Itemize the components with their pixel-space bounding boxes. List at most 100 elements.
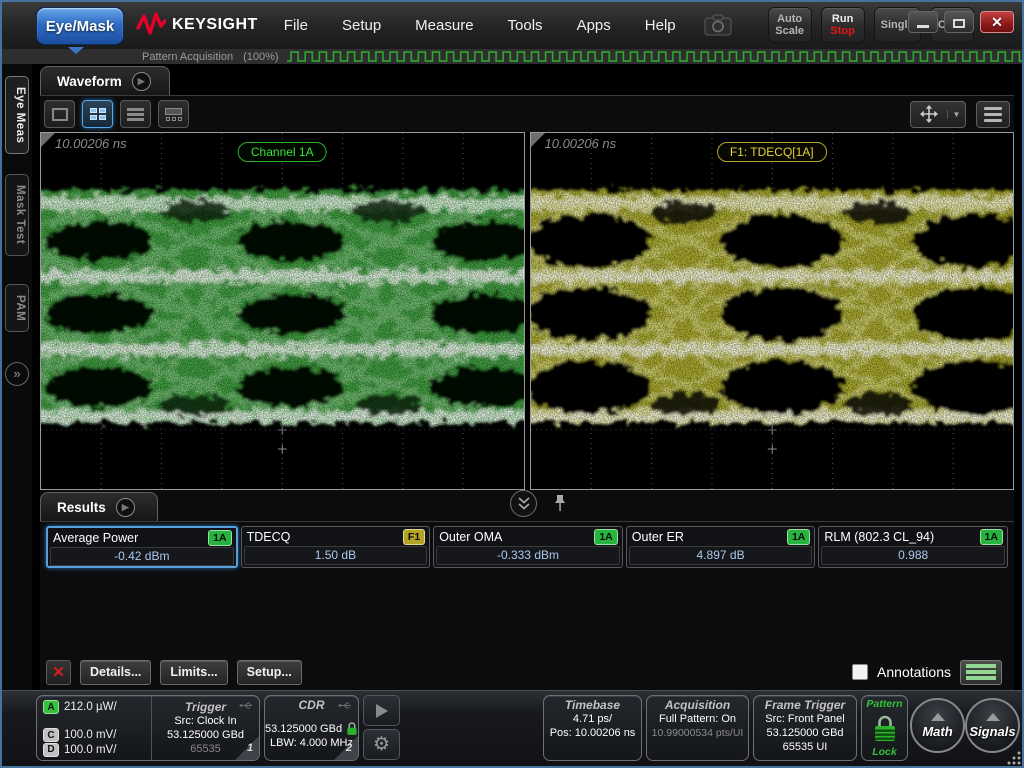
layout-quad-button[interactable]	[82, 100, 113, 128]
pin-results-icon[interactable]	[553, 494, 567, 513]
tab-waveform[interactable]: Waveform ▶	[40, 66, 170, 95]
function-label-pill[interactable]: F1: TDECQ[1A]	[717, 142, 827, 162]
channel-scales: A 212.0 µW/ C 100.0 mV/ D 100.0 mV/	[37, 696, 151, 760]
sidebar-tab-mask-test[interactable]: Mask Test	[5, 174, 29, 255]
app-window: Eye/Mask KEYSIGHT File Setup Measure Too…	[0, 0, 1024, 768]
pan-tool-button[interactable]: ▼	[910, 101, 966, 128]
settings-button[interactable]: ⚙	[363, 729, 400, 760]
tile-rlm[interactable]: RLM (802.3 CL_94)1A 0.988	[818, 526, 1008, 568]
main-panel: Waveform ▶	[32, 64, 1022, 690]
source-badge: 1A	[980, 529, 1003, 545]
play-icon: ▶	[122, 502, 129, 513]
results-empty-area	[40, 568, 1014, 654]
pattern-lock-panel[interactable]: Pattern Lock	[861, 695, 908, 761]
source-badge: 1A	[594, 529, 617, 545]
eye-pane-channel-1a[interactable]: 10.00206 ns Channel 1A	[40, 132, 525, 490]
measurement-value: 0.988	[821, 546, 1005, 565]
details-button[interactable]: Details...	[80, 660, 151, 685]
content-area: Eye Meas Mask Test PAM » Waveform ▶	[2, 64, 1022, 690]
signals-button[interactable]: Signals	[965, 698, 1020, 753]
pattern-lock-icon	[872, 714, 898, 742]
frame-trigger-panel[interactable]: Frame Trigger Src: Front Panel 53.125000…	[753, 695, 857, 761]
panel-index-corner: 1	[235, 736, 259, 760]
auto-scale-button[interactable]: Auto Scale	[768, 7, 812, 43]
run-measurement-button[interactable]	[363, 695, 400, 726]
channels-trigger-panel[interactable]: A 212.0 µW/ C 100.0 mV/ D 100.0 mV/ Trig…	[36, 695, 260, 761]
acquisition-panel[interactable]: Acquisition Full Pattern: On 10.99000534…	[646, 695, 749, 761]
pan-tool-dropdown[interactable]: ▼	[947, 110, 965, 119]
tab-results[interactable]: Results ▶	[40, 492, 158, 521]
menu-file[interactable]: File	[284, 17, 308, 34]
channel-c-scale[interactable]: C 100.0 mV/	[43, 728, 151, 742]
panel-index-corner: 2	[334, 736, 358, 760]
measurement-tiles: Average Power1A -0.42 dBm TDECQF1 1.50 d…	[40, 522, 1014, 568]
keysight-logo-icon	[136, 12, 166, 38]
sidebar-tab-pam[interactable]: PAM	[5, 284, 29, 332]
eye-levels-button[interactable]	[960, 660, 1002, 685]
run-stop-button[interactable]: Run Stop	[821, 7, 865, 43]
menu-tools[interactable]: Tools	[508, 17, 543, 34]
limits-button[interactable]: Limits...	[160, 660, 227, 685]
sidebar-expand-button[interactable]: »	[5, 362, 29, 386]
menu-measure[interactable]: Measure	[415, 17, 473, 34]
annotations-checkbox[interactable]	[852, 664, 868, 680]
setup-button[interactable]: Setup...	[237, 660, 302, 685]
layout-main-plus-thumbnails-button[interactable]	[158, 100, 189, 128]
tile-outer-er[interactable]: Outer ER1A 4.897 dB	[626, 526, 816, 568]
delete-measurement-button[interactable]: ✕	[46, 660, 71, 685]
tile-average-power[interactable]: Average Power1A -0.42 dBm	[46, 526, 238, 568]
results-tab-menu-button[interactable]: ▶	[116, 498, 135, 517]
eye-pane-tdecq-function[interactable]: 10.00206 ns F1: TDECQ[1A]	[530, 132, 1015, 490]
channel-a-badge: A	[43, 700, 59, 714]
waveform-tab-menu-button[interactable]: ▶	[132, 72, 151, 91]
up-triangle-icon	[931, 713, 945, 721]
close-button[interactable]: ✕	[980, 11, 1014, 33]
app-mode-dropdown-arrow-icon[interactable]	[68, 47, 84, 54]
cdr-panel[interactable]: CDR 53.125000 GBd LBW: 4.000 MHz 2	[264, 695, 359, 761]
measurement-value: 1.50 dB	[244, 546, 428, 565]
graph-menu-button[interactable]	[976, 101, 1010, 128]
results-panel: Results ▶	[40, 490, 1014, 690]
eye-density-plot-green	[41, 133, 524, 489]
close-icon: ✕	[991, 14, 1003, 31]
annotations-control: Annotations	[852, 660, 1002, 685]
waveform-tab-row: Waveform ▶	[40, 64, 1014, 96]
minimize-button[interactable]	[908, 11, 938, 33]
math-button[interactable]: Math	[910, 698, 965, 753]
collapse-results-button[interactable]	[510, 490, 537, 517]
left-sidebar: Eye Meas Mask Test PAM »	[2, 64, 32, 690]
layout-single-button[interactable]	[44, 100, 75, 128]
menu-setup[interactable]: Setup	[342, 17, 381, 34]
menu-apps[interactable]: Apps	[577, 17, 611, 34]
pattern-acquisition-row: Pattern Acquisition (100%)	[2, 48, 1022, 64]
timebase-stamp: 10.00206 ns	[545, 136, 617, 151]
gear-icon: ⚙	[373, 735, 390, 754]
sidebar-tab-eye-meas[interactable]: Eye Meas	[5, 76, 29, 154]
pane-corner-marker-icon	[41, 133, 55, 147]
channel-label-pill[interactable]: Channel 1A	[238, 142, 327, 162]
brand-name: KEYSIGHT	[172, 16, 258, 34]
lock-icon	[346, 721, 358, 736]
screenshot-camera-icon[interactable]	[704, 14, 732, 36]
play-icon: ▶	[138, 76, 145, 87]
maximize-icon	[953, 19, 965, 28]
delete-x-icon: ✕	[52, 663, 65, 681]
usb-icon	[338, 701, 354, 710]
layout-stacked-button[interactable]	[120, 100, 151, 128]
tile-tdecq[interactable]: TDECQF1 1.50 dB	[241, 526, 431, 568]
pane-corner-marker-icon	[531, 133, 545, 147]
channel-a-scale[interactable]: A 212.0 µW/	[43, 700, 151, 714]
pattern-acquisition-label: Pattern Acquisition	[142, 51, 233, 63]
tile-outer-oma[interactable]: Outer OMA1A -0.333 dBm	[433, 526, 623, 568]
channel-d-scale[interactable]: D 100.0 mV/	[43, 743, 151, 757]
chevron-expand-icon: »	[13, 366, 20, 381]
source-badge: 1A	[208, 530, 231, 546]
menu-help[interactable]: Help	[645, 17, 676, 34]
maximize-button[interactable]	[944, 11, 974, 33]
annotations-label: Annotations	[877, 664, 951, 680]
resize-grip[interactable]	[1007, 751, 1021, 765]
app-mode-button[interactable]: Eye/Mask	[36, 7, 124, 45]
timebase-panel[interactable]: Timebase 4.71 ps/ Pos: 10.00206 ns	[543, 695, 642, 761]
source-badge: F1	[403, 529, 425, 545]
eye-density-plot-yellow	[531, 133, 1014, 489]
